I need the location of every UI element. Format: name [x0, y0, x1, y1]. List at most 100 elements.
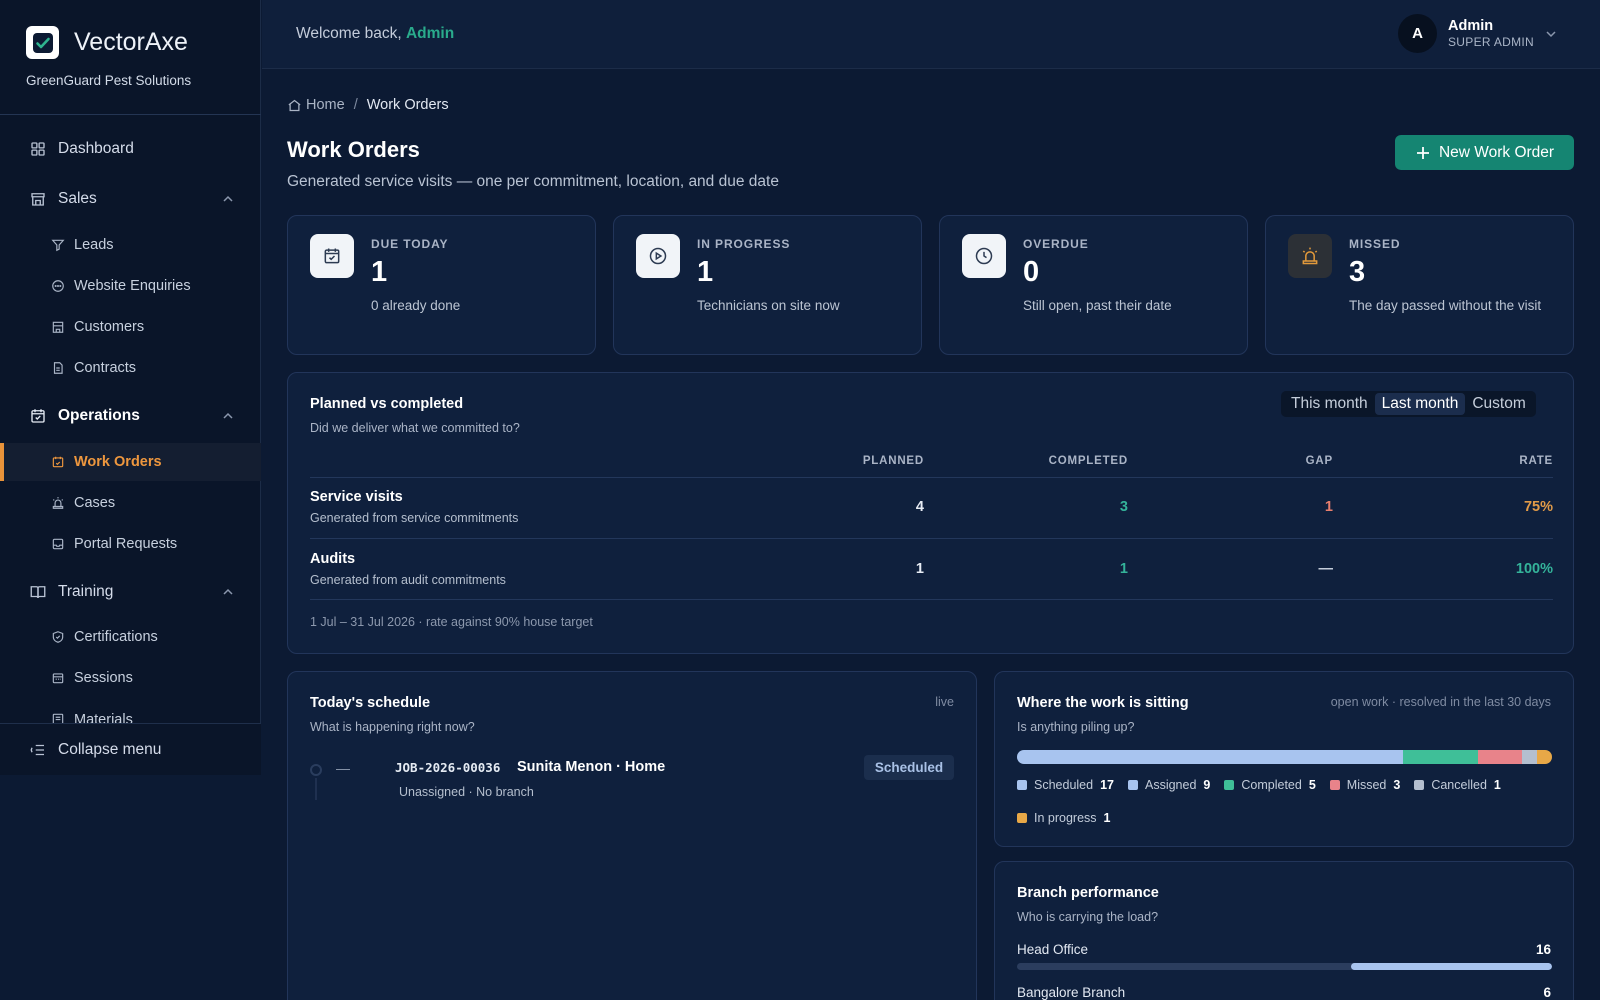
play-circle-icon: [636, 234, 680, 278]
table-divider: [310, 599, 1553, 600]
legend-count: 3: [1393, 778, 1401, 792]
sidebar-group-label: Training: [58, 583, 114, 600]
stat-description: Still open, past their date: [1023, 298, 1172, 313]
book-open-icon: [29, 583, 47, 601]
branch-bar-fill: [1351, 963, 1552, 970]
page-title: Work Orders: [287, 137, 420, 162]
avatar[interactable]: A: [1398, 14, 1437, 53]
legend-count: 9: [1203, 778, 1211, 792]
legend-count: 1: [1103, 811, 1111, 825]
legend-swatch: [1329, 780, 1340, 790]
stat-label: MISSED: [1349, 237, 1401, 251]
legend-count: 5: [1308, 778, 1316, 792]
bar-segment-missed: [1477, 750, 1523, 764]
date-range-selector: This month Last month Custom: [1281, 391, 1536, 417]
legend-swatch: [1127, 780, 1138, 790]
sidebar-item-leads[interactable]: Leads: [0, 226, 261, 264]
new-work-order-label: New Work Order: [1438, 143, 1555, 161]
status-badge: Scheduled: [864, 755, 954, 780]
sidebar-item-portal-requests[interactable]: Portal Requests: [0, 525, 261, 563]
welcome-message: Welcome back, Admin: [296, 25, 454, 43]
bar-segment-scheduled: [1017, 750, 1270, 764]
legend-label: In progress: [1034, 811, 1097, 825]
brand[interactable]: VectorAxe: [26, 26, 188, 59]
stat-card-in-progress[interactable]: IN PROGRESS 1 Technicians on site now: [613, 215, 922, 355]
legend-count: 17: [1100, 778, 1114, 792]
breadcrumb-home[interactable]: Home: [306, 97, 345, 113]
sidebar-item-label: Materials: [74, 712, 133, 723]
card-subtitle: What is happening right now?: [310, 720, 475, 734]
table-divider: [310, 538, 1553, 539]
legend-item-completed: Completed 5: [1224, 775, 1316, 795]
row-subtitle: Generated from audit commitments: [310, 573, 506, 587]
row-gap: 1: [1324, 499, 1333, 515]
legend-item-missed: Missed 3: [1329, 775, 1401, 795]
company-name: GreenGuard Pest Solutions: [26, 73, 192, 88]
sidebar-item-certifications[interactable]: Certifications: [0, 618, 261, 656]
stat-card-overdue[interactable]: OVERDUE 0 Still open, past their date: [939, 215, 1248, 355]
chevron-down-icon[interactable]: [1545, 28, 1557, 40]
sidebar-group-sales[interactable]: Sales: [0, 179, 261, 219]
sidebar: VectorAxe GreenGuard Pest Solutions Dash…: [0, 0, 261, 775]
stat-card-due-today[interactable]: DUE TODAY 1 0 already done: [287, 215, 596, 355]
chevron-up-icon[interactable]: [222, 586, 234, 598]
siren-icon: [1288, 234, 1332, 278]
sidebar-item-label: Customers: [74, 319, 145, 335]
column-header-completed: COMPLETED: [1048, 455, 1128, 467]
chevron-up-icon[interactable]: [222, 410, 234, 422]
stat-label: IN PROGRESS: [697, 237, 791, 251]
sidebar-item-work-orders[interactable]: Work Orders: [0, 443, 261, 481]
calendar-check-icon: [29, 407, 47, 425]
logo-check-icon: [26, 26, 59, 59]
sidebar-item-customers[interactable]: Customers: [0, 308, 261, 346]
legend-label: Cancelled: [1431, 778, 1487, 792]
job-id[interactable]: JOB-2026-00036: [395, 760, 500, 775]
bar-segment-cancelled: [1522, 750, 1538, 764]
sidebar-item-label: Certifications: [74, 629, 158, 645]
date-range-footnote: 1 Jul – 31 Jul 2026 · rate against 90% h…: [310, 615, 593, 629]
sidebar-item-label: Website Enquiries: [74, 278, 191, 294]
status-stacked-bar: [1017, 750, 1552, 764]
new-work-order-button[interactable]: New Work Order: [1395, 135, 1574, 170]
building-icon: [51, 320, 65, 334]
sidebar-group-operations[interactable]: Operations: [0, 396, 261, 436]
legend-item-cancelled: Cancelled 1: [1414, 775, 1501, 795]
sidebar-group-training[interactable]: Training: [0, 572, 261, 612]
live-indicator: live: [935, 695, 954, 709]
stat-description: Technicians on site now: [697, 298, 840, 313]
card-title: Where the work is sitting: [1017, 695, 1189, 711]
sidebar-item-sessions[interactable]: Sessions: [0, 659, 261, 697]
chat-icon: [51, 279, 65, 293]
sidebar-item-dashboard[interactable]: Dashboard: [0, 129, 261, 169]
legend-label: Assigned: [1144, 778, 1197, 792]
calendar-icon: [51, 671, 65, 685]
legend-swatch: [1017, 780, 1027, 790]
legend-item-scheduled: Scheduled 17: [1017, 775, 1114, 795]
stat-label: OVERDUE: [1023, 237, 1089, 251]
card-title: Today's schedule: [310, 695, 431, 711]
collapse-menu-button[interactable]: Collapse menu: [0, 723, 261, 775]
stat-value: 1: [371, 256, 388, 288]
planned-vs-completed-card: Planned vs completed Did we deliver what…: [287, 372, 1574, 654]
sidebar-item-website-enquiries[interactable]: Website Enquiries: [0, 267, 261, 305]
card-note: open work · resolved in the last 30 days: [1330, 695, 1551, 709]
range-this-month[interactable]: This month: [1284, 393, 1375, 415]
sidebar-item-label: Leads: [74, 237, 114, 253]
user-name[interactable]: Admin: [1448, 18, 1493, 34]
sidebar-item-contracts[interactable]: Contracts: [0, 349, 261, 387]
siren-icon: [51, 496, 65, 510]
stat-card-missed[interactable]: MISSED 3 The day passed without the visi…: [1265, 215, 1574, 355]
timeline-line: [315, 778, 317, 800]
sidebar-item-materials[interactable]: Materials: [0, 700, 261, 723]
legend-item-assigned: Assigned 9: [1127, 775, 1211, 795]
grid-icon: [29, 140, 47, 158]
sidebar-item-cases[interactable]: Cases: [0, 484, 261, 522]
chevron-up-icon[interactable]: [222, 193, 234, 205]
card-title: Branch performance: [1017, 885, 1159, 901]
range-custom[interactable]: Custom: [1465, 393, 1532, 415]
welcome-name: Admin: [405, 25, 455, 42]
card-subtitle: Did we deliver what we committed to?: [310, 421, 520, 435]
plus-icon: [1415, 145, 1431, 161]
range-last-month[interactable]: Last month: [1374, 393, 1466, 415]
sidebar-item-label: Sessions: [74, 670, 133, 686]
